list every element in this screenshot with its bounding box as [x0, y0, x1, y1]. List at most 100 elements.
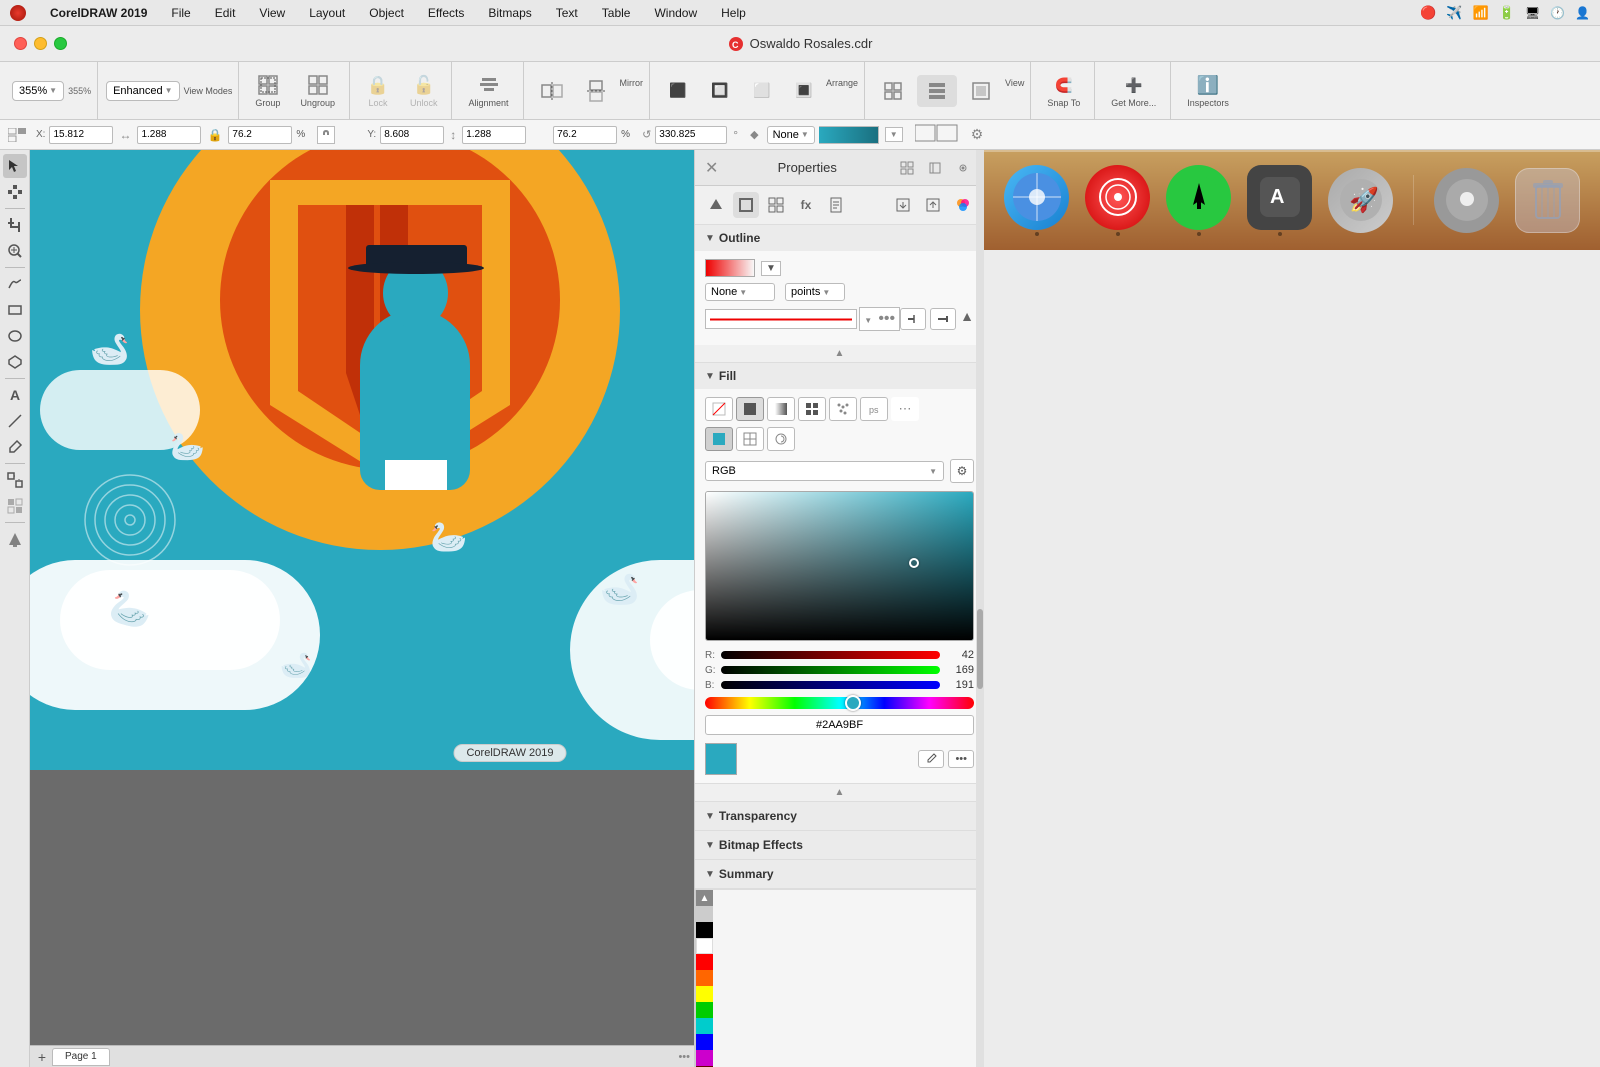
panel-tab-fill[interactable] [703, 192, 729, 218]
inspectors-button[interactable]: ℹ️ Inspectors [1179, 69, 1237, 112]
menubar-layout[interactable]: Layout [305, 4, 349, 22]
rect-tool[interactable] [3, 298, 27, 322]
outline-more-icon[interactable]: ••• [878, 310, 895, 327]
view-btn1[interactable] [873, 75, 913, 107]
arrange-btn2[interactable]: 🔲 [700, 75, 740, 107]
fill-none-btn[interactable] [705, 397, 733, 421]
panel-tab-import[interactable] [890, 192, 916, 218]
panel-tab-outline[interactable] [733, 192, 759, 218]
palette-white[interactable] [696, 938, 713, 954]
width-input[interactable] [137, 126, 201, 144]
y-input[interactable] [380, 126, 444, 144]
panel-tab-grid[interactable] [763, 192, 789, 218]
mirror-v-button[interactable] [576, 75, 616, 107]
dock-textsoap[interactable]: A [1247, 165, 1312, 236]
crop-tool[interactable] [3, 213, 27, 237]
outline-type-dropdown[interactable]: None ▼ [705, 283, 775, 301]
view-btn2[interactable] [917, 75, 957, 107]
g-slider[interactable] [721, 666, 940, 674]
fill-dropdown-arrow[interactable]: ▼ [885, 127, 903, 142]
menubar-effects[interactable]: Effects [424, 4, 468, 22]
panel-settings-icon[interactable] [952, 157, 974, 179]
color-picker-box[interactable] [705, 491, 974, 641]
fill-mesh-btn[interactable] [736, 427, 764, 451]
wh-lock-icon[interactable]: 🔒 [207, 128, 222, 142]
menubar-view[interactable]: View [255, 4, 289, 22]
fill-texture-btn[interactable] [829, 397, 857, 421]
eyedropper-btn[interactable] [918, 750, 944, 768]
bitmap-effects-header[interactable]: ▼ Bitmap Effects [695, 831, 984, 859]
transform-tool[interactable] [3, 468, 27, 492]
panel-tab-export[interactable] [920, 192, 946, 218]
palette-none[interactable] [696, 906, 713, 922]
b-slider[interactable] [721, 681, 940, 689]
pattern-tool[interactable] [3, 494, 27, 518]
yx-lock-icon[interactable]: ↕ [450, 128, 456, 142]
lock-button[interactable]: 🔒 Lock [358, 69, 398, 112]
zoom-dropdown[interactable]: 355% ▼ [12, 81, 64, 101]
hex-color-input[interactable] [705, 715, 974, 735]
outline-section-header[interactable]: ▼ Outline [695, 225, 984, 251]
view-btn3[interactable] [961, 75, 1001, 107]
palette-magenta[interactable] [696, 1050, 713, 1066]
menubar-text[interactable]: Text [552, 4, 582, 22]
outline-line-style[interactable] [705, 309, 857, 329]
menubar-file[interactable]: File [167, 4, 194, 22]
panel-float-icon[interactable] [924, 157, 946, 179]
select-tool[interactable] [3, 154, 27, 178]
swatch-more-btn[interactable]: ••• [948, 750, 974, 768]
x-input[interactable] [49, 126, 113, 144]
summary-header[interactable]: ▼ Summary [695, 860, 984, 888]
outline-cap2[interactable] [930, 308, 956, 330]
menubar-app[interactable]: CorelDRAW 2019 [46, 4, 151, 22]
zoom-tool[interactable] [3, 239, 27, 263]
palette-black[interactable] [696, 922, 713, 938]
fullscreen-button[interactable] [54, 37, 67, 50]
menubar-window[interactable]: Window [650, 4, 701, 22]
fill-solid-btn[interactable] [736, 397, 764, 421]
ungroup-button[interactable]: Ungroup [292, 69, 343, 112]
fill-smart-btn[interactable] [767, 427, 795, 451]
more-coordbar-icon[interactable]: ⚙ [971, 126, 984, 143]
minimize-button[interactable] [34, 37, 47, 50]
rotation-refresh-icon[interactable]: ↺ [642, 128, 651, 141]
menubar-edit[interactable]: Edit [211, 4, 240, 22]
dock-rocket[interactable]: 🚀 [1328, 168, 1393, 233]
apple-logo[interactable] [10, 5, 26, 21]
menubar-bitmaps[interactable]: Bitmaps [484, 4, 535, 22]
polygon-tool[interactable] [3, 350, 27, 374]
panel-close-button[interactable]: ✕ [705, 158, 718, 178]
fill-section-header[interactable]: ▼ Fill [695, 363, 984, 389]
color-settings-button[interactable]: ⚙ [950, 459, 974, 483]
arrange-btn1[interactable]: ⬛ [658, 75, 698, 107]
arrange-btn3[interactable]: ⬜ [742, 75, 782, 107]
height-input[interactable] [462, 126, 526, 144]
palette-orange[interactable] [696, 970, 713, 986]
transparency-section-header[interactable]: ▼ Transparency [695, 802, 984, 830]
r-slider[interactable] [721, 651, 940, 659]
snap-to-button[interactable]: 🧲 Snap To [1039, 69, 1088, 112]
fill-more-btn[interactable]: ⋯ [891, 397, 919, 421]
menubar-object[interactable]: Object [365, 4, 408, 22]
outline-color-swatch[interactable] [705, 259, 755, 277]
hue-slider-handle[interactable] [845, 695, 861, 711]
node-edit-tool[interactable] [3, 180, 27, 204]
mirror-h-button[interactable] [532, 75, 572, 107]
panel-expand-icon[interactable] [896, 157, 918, 179]
eyedropper-tool[interactable] [3, 435, 27, 459]
color-model-dropdown[interactable]: RGB ▼ [705, 461, 944, 481]
palette-cyan[interactable] [696, 1018, 713, 1034]
panel-tab-doc[interactable] [823, 192, 849, 218]
palette-green[interactable] [696, 1002, 713, 1018]
w2-input[interactable] [228, 126, 292, 144]
fill-collapse-bar[interactable]: ▲ [695, 784, 984, 802]
panel-tab-color[interactable] [950, 192, 976, 218]
dock-prefs[interactable] [1434, 168, 1499, 233]
palette-yellow[interactable] [696, 986, 713, 1002]
palette-scroll-up[interactable]: ▲ [696, 890, 713, 906]
fill-postscript-btn[interactable]: ps [860, 397, 888, 421]
page-tab-1[interactable]: Page 1 [52, 1048, 110, 1066]
panel-scrollbar-thumb[interactable] [977, 609, 983, 689]
fill-pattern-btn[interactable] [798, 397, 826, 421]
dock-screenium[interactable] [1085, 165, 1150, 236]
